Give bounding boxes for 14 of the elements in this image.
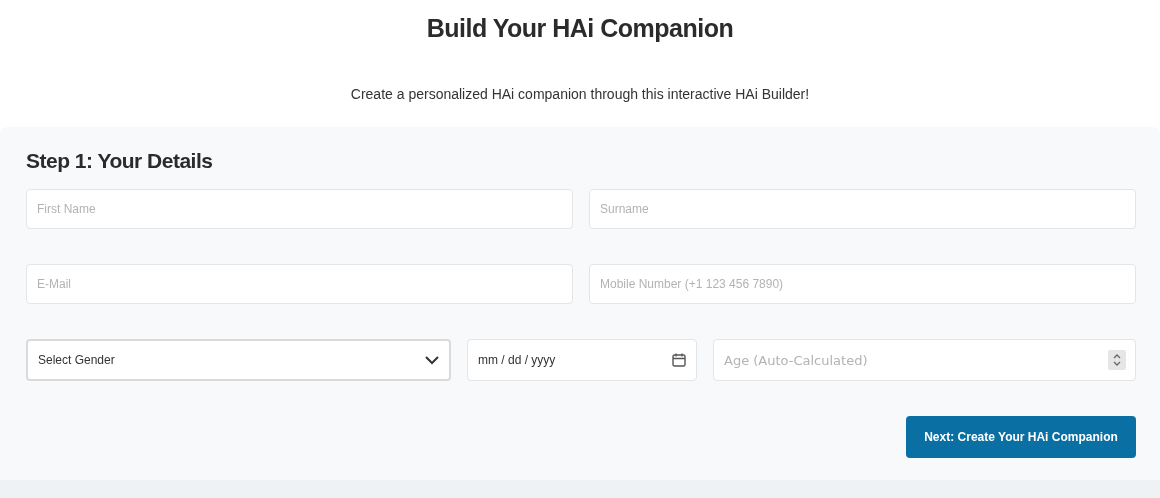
gender-select[interactable]: Select Gender [26,339,451,381]
text-field[interactable]: Mobile Number (+1 123 456 7890) [589,264,1136,304]
page-title: Build Your HAi Companion [426,14,734,43]
next-button[interactable]: Next: Create Your HAi Companion [906,416,1136,458]
chevron-down-icon [425,355,439,365]
date-field[interactable]: mm / dd / yyyy [467,339,697,381]
text-field[interactable]: Surname [589,189,1136,229]
text-field[interactable]: E-Mail [26,264,573,304]
text-field[interactable]: First Name [26,189,573,229]
calendar-icon [672,353,686,367]
spinner-icon[interactable] [1108,350,1126,370]
step-title: Step 1: Your Details [26,149,214,173]
page-subtitle: Create a personalized HAi companion through this interactive HAi Builder! [350,86,810,102]
age-field[interactable]: Age (Auto-Calculated) [713,339,1136,381]
